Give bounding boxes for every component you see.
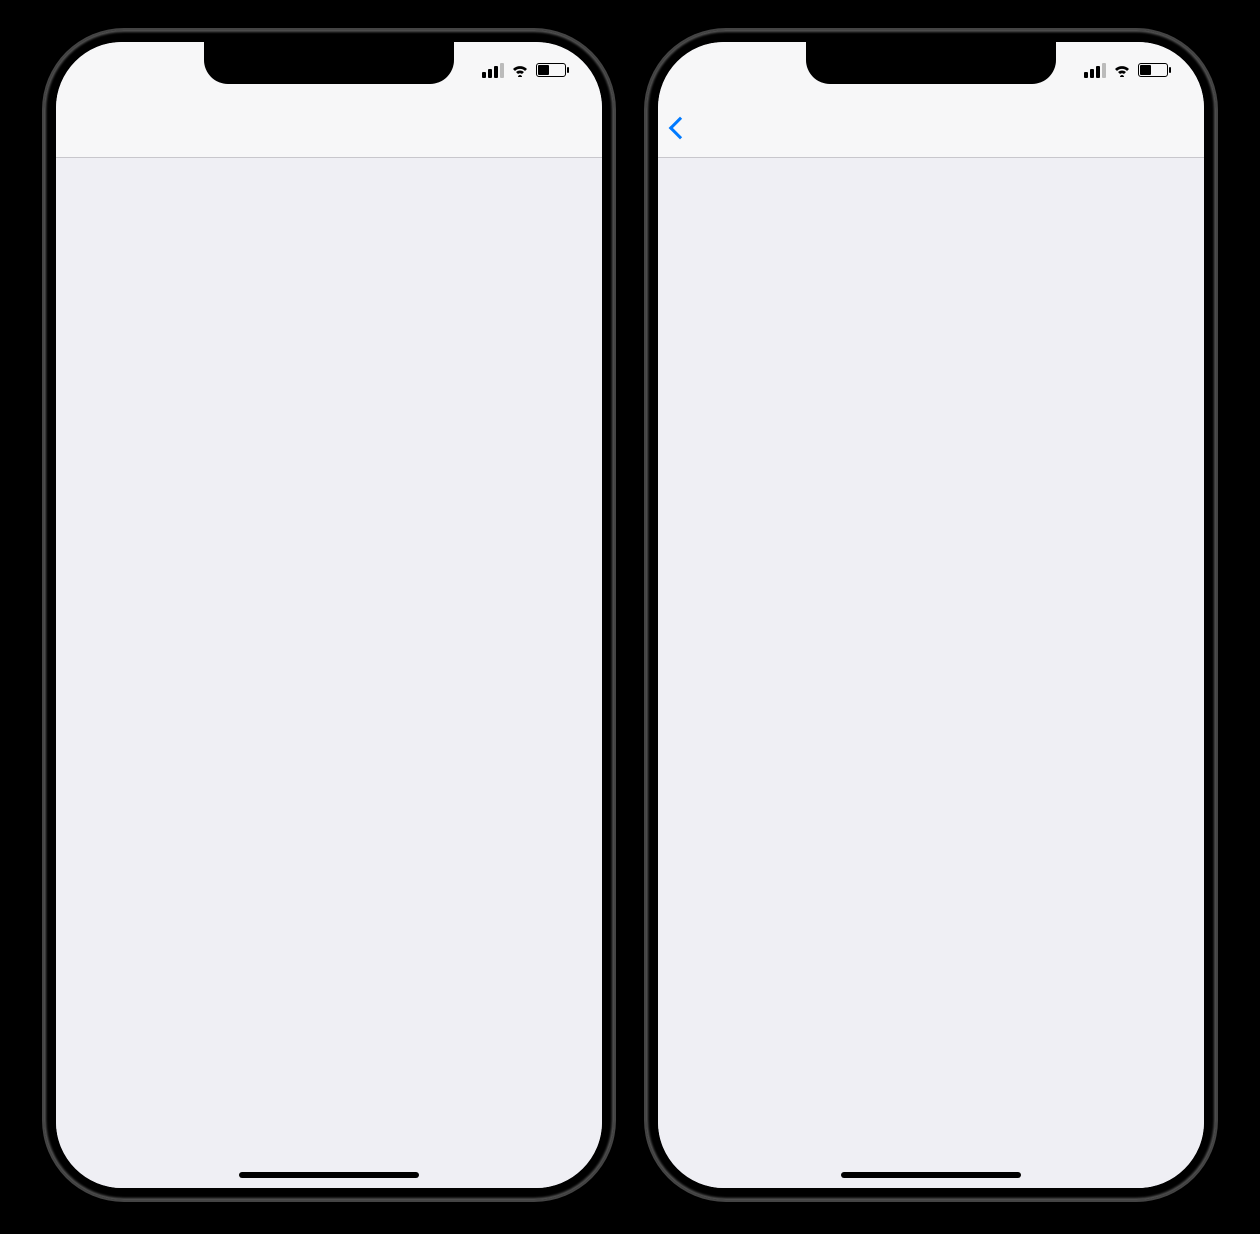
signal-icon <box>1084 63 1106 78</box>
wifi-icon <box>1112 63 1132 77</box>
notch <box>806 42 1056 84</box>
nav-bar <box>658 98 1204 158</box>
home-indicator[interactable] <box>841 1172 1021 1178</box>
battery-icon <box>536 63 566 77</box>
battery-icon <box>1138 63 1168 77</box>
phone-right <box>646 30 1216 1200</box>
phone-left <box>44 30 614 1200</box>
back-button[interactable] <box>672 120 692 136</box>
chevron-left-icon <box>669 116 692 139</box>
home-indicator[interactable] <box>239 1172 419 1178</box>
notch <box>204 42 454 84</box>
nav-bar <box>56 98 602 158</box>
wifi-icon <box>510 63 530 77</box>
signal-icon <box>482 63 504 78</box>
